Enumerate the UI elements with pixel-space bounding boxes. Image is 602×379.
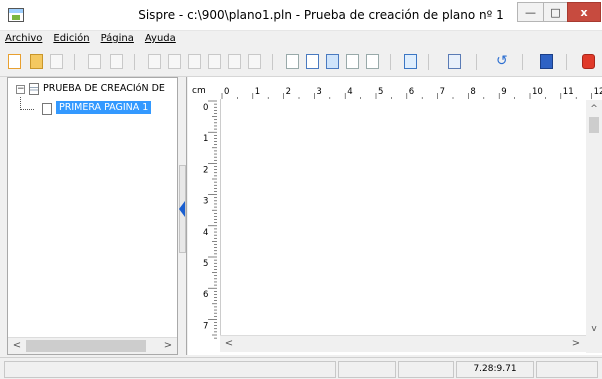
scroll-up-icon[interactable]: ^	[586, 102, 602, 116]
status-bar: 7.28:9.71	[0, 357, 602, 379]
picture-icon[interactable]	[206, 53, 224, 71]
list-icon[interactable]	[226, 53, 244, 71]
ruler-label: 3	[203, 197, 208, 207]
status-field	[536, 361, 598, 378]
field-tool-icon[interactable]	[364, 53, 382, 71]
title-bar: Sispre - c:\900\plano1.pln - Prueba de c…	[0, 0, 602, 31]
export-icon[interactable]	[402, 53, 420, 71]
ruler-label: 1	[203, 134, 208, 144]
ruler-label: 9	[501, 87, 506, 97]
page-canvas[interactable]	[220, 99, 602, 335]
toolbar-separator	[476, 54, 477, 70]
toolbar: ↺	[0, 47, 602, 77]
help-icon[interactable]	[538, 53, 556, 71]
toolbar-separator	[428, 54, 429, 70]
ruler-label: 10	[532, 87, 543, 97]
window-title: Sispre - c:\900\plano1.pln - Prueba de c…	[138, 8, 504, 22]
tree-horizontal-scrollbar[interactable]: < >	[8, 337, 177, 354]
scrollbar-corner	[586, 335, 602, 353]
vertical-ruler: 0 1 2 3 4 5 6 7	[203, 100, 217, 339]
toolbar-separator	[566, 54, 567, 70]
scroll-right-icon[interactable]: >	[160, 339, 176, 353]
toolbar-separator	[390, 54, 391, 70]
ruler-label: 1	[255, 87, 260, 97]
tree-root-item[interactable]: PRUEBA DE CREACIóN DE	[43, 83, 165, 94]
tree-page-item[interactable]: PRIMERA PAGINA 1	[56, 101, 152, 114]
menu-archivo[interactable]: Archivo	[5, 31, 42, 47]
calendar-icon[interactable]	[446, 53, 464, 71]
tree-connector	[20, 109, 34, 110]
ruler-label: 4	[203, 228, 208, 238]
status-field	[338, 361, 396, 378]
ruler-label: 8	[470, 87, 475, 97]
panel-splitter[interactable]	[178, 77, 187, 355]
scroll-left-icon[interactable]: <	[9, 339, 25, 353]
scroll-right-icon[interactable]: >	[568, 337, 584, 351]
ruler-label: 6	[409, 87, 414, 97]
open-folder-icon[interactable]	[28, 53, 46, 71]
table-tool-icon[interactable]	[344, 53, 362, 71]
ruler-label: 5	[203, 259, 208, 269]
tree-collapse-toggle[interactable]: −	[16, 85, 25, 94]
menu-bar: Archivo Edición Página Ayuda	[0, 31, 602, 47]
minimize-button[interactable]: —	[517, 2, 544, 22]
paste-icon[interactable]	[108, 53, 126, 71]
ruler-label: 5	[378, 87, 383, 97]
ruler-label: 0	[203, 103, 208, 113]
canvas-horizontal-scrollbar[interactable]: < >	[220, 335, 586, 352]
toolbar-separator	[74, 54, 75, 70]
menu-edicion[interactable]: Edición	[53, 31, 89, 47]
scroll-down-icon[interactable]: v	[586, 322, 602, 336]
collapse-panel-arrow-icon[interactable]	[179, 201, 185, 217]
toolbar-separator	[134, 54, 135, 70]
scroll-thumb[interactable]	[26, 340, 146, 352]
menu-ayuda[interactable]: Ayuda	[145, 31, 176, 47]
new-file-icon[interactable]	[6, 53, 24, 71]
save-icon[interactable]	[48, 53, 66, 71]
ruler-label: 11	[563, 87, 574, 97]
document-icon	[29, 83, 39, 95]
document-tree: − PRUEBA DE CREACIóN DE PRIMERA PAGINA 1…	[7, 77, 178, 355]
zoom-icon[interactable]	[284, 53, 302, 71]
menu-pagina[interactable]: Página	[101, 31, 134, 47]
undo-icon[interactable]: ↺	[494, 53, 512, 71]
exit-icon[interactable]	[580, 53, 598, 71]
ruler-label: 4	[347, 87, 352, 97]
ruler-label: 3	[316, 87, 321, 97]
design-area: cm 0 1 2 3 4 5 6 7 8 9 10 11 12 01234567 ^ v < >	[188, 77, 602, 355]
text-tool-icon[interactable]	[304, 53, 322, 71]
ruler-label: 12	[594, 87, 602, 97]
scroll-left-icon[interactable]: <	[221, 337, 237, 351]
ruler-label: 2	[203, 165, 208, 175]
scroll-thumb[interactable]	[589, 117, 599, 133]
text-icon[interactable]	[186, 53, 204, 71]
copy-icon[interactable]	[86, 53, 104, 71]
toolbar-separator	[522, 54, 523, 70]
line-icon[interactable]	[246, 53, 264, 71]
ruler-label: 7	[203, 321, 208, 331]
ruler-label: 7	[440, 87, 445, 97]
toolbar-separator	[272, 54, 273, 70]
close-button[interactable]: x	[567, 2, 601, 22]
status-field	[398, 361, 454, 378]
image-icon[interactable]	[166, 53, 184, 71]
cursor-coordinates: 7.28:9.71	[456, 361, 534, 378]
page-icon[interactable]	[146, 53, 164, 71]
ruler-label: 0	[224, 87, 229, 97]
page-icon	[42, 103, 52, 115]
ruler-unit: cm	[192, 86, 206, 96]
status-message	[4, 361, 336, 378]
ruler-label: 2	[286, 87, 291, 97]
canvas-vertical-scrollbar[interactable]: ^ v	[586, 100, 602, 340]
maximize-button[interactable]: □	[543, 2, 568, 22]
image-tool-icon[interactable]	[324, 53, 342, 71]
ruler-label: 6	[203, 290, 208, 300]
